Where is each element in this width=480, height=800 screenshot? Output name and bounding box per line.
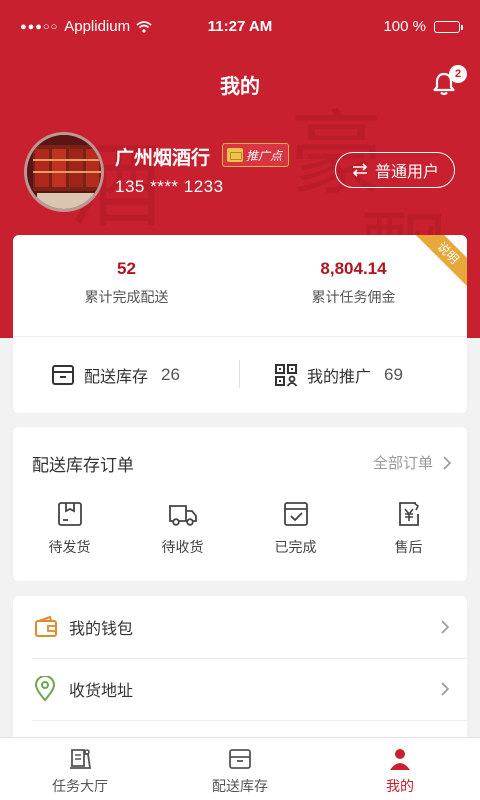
divider — [239, 360, 240, 388]
order-pending-receive[interactable]: 待收货 — [126, 500, 239, 557]
swap-icon — [352, 163, 368, 177]
inventory-count: 26 — [161, 365, 180, 384]
menu-item-wallet[interactable]: 我的钱包 — [13, 596, 467, 658]
store-icon — [227, 148, 243, 162]
order-pending-ship-label: 待发货 — [48, 540, 91, 556]
avatar[interactable] — [24, 132, 104, 212]
order-pending-receive-label: 待收货 — [161, 540, 204, 556]
tab-me[interactable]: 我的 — [320, 746, 480, 796]
phone-number: 135 **** 1233 — [115, 177, 224, 196]
all-orders-link[interactable]: 全部订单 — [373, 452, 451, 473]
delivered-stat[interactable]: 52 累计完成配送 — [13, 259, 240, 307]
commission-label: 累计任务佣金 — [311, 290, 396, 306]
orders-card: 配送库存订单 全部订单 待发货 待收货 已完成 售后 — [13, 427, 467, 581]
order-after-sales-label: 售后 — [394, 540, 423, 556]
shop-name: 广州烟酒行 — [115, 147, 211, 169]
box-icon — [52, 365, 74, 385]
divider — [32, 720, 467, 721]
chevron-right-icon — [441, 682, 449, 696]
menu-item-wallet-label: 我的钱包 — [69, 619, 134, 638]
yen-refund-icon — [398, 502, 419, 526]
tasks-icon — [70, 749, 92, 769]
promo-badge: 推广点 — [222, 143, 290, 167]
commission-stat[interactable]: 8,804.14 累计任务佣金 — [240, 259, 467, 307]
wallet-icon — [35, 616, 57, 637]
promo-badge-label: 推广点 — [246, 148, 283, 163]
delivered-label: 累计完成配送 — [84, 290, 169, 306]
notification-badge: 2 — [449, 65, 467, 83]
promotion-link-label: 我的推广 — [307, 367, 372, 386]
inventory-link-label: 配送库存 — [84, 367, 149, 386]
tab-inventory[interactable]: 配送库存 — [160, 746, 320, 796]
menu-card: 我的钱包 收货地址 — [13, 596, 467, 756]
all-orders-label: 全部订单 — [372, 454, 433, 472]
battery-icon — [434, 20, 463, 33]
tab-inventory-label: 配送库存 — [212, 779, 268, 795]
promotion-link[interactable]: 我的推广 69 — [274, 362, 403, 388]
status-bar: ●●●○○ Applidium 11:27 AM 100 % — [0, 0, 480, 52]
tab-tasks[interactable]: 任务大厅 — [0, 746, 160, 796]
tab-bar: 任务大厅 配送库存 我的 — [0, 737, 480, 800]
commission-value: 8,804.14 — [320, 259, 387, 278]
order-completed-label: 已完成 — [274, 540, 317, 556]
user-icon — [390, 749, 410, 770]
user-type-label: 普通用户 — [374, 162, 439, 181]
qr-person-icon — [275, 364, 298, 387]
tab-me-label: 我的 — [386, 779, 414, 795]
order-after-sales[interactable]: 售后 — [352, 500, 465, 557]
order-completed[interactable]: 已完成 — [239, 500, 352, 557]
menu-item-address-label: 收货地址 — [69, 681, 134, 700]
chevron-right-icon — [441, 620, 449, 634]
delivered-value: 52 — [117, 259, 136, 278]
check-box-icon — [283, 502, 308, 526]
stats-card: 说明 52 累计完成配送 8,804.14 累计任务佣金 配送库存 26 我的推… — [13, 235, 467, 413]
promotion-count: 69 — [384, 365, 403, 384]
user-type-button[interactable]: 普通用户 — [335, 152, 455, 188]
battery-label: 100 % — [383, 18, 426, 35]
inventory-box-icon — [229, 749, 251, 769]
menu-item-address[interactable]: 收货地址 — [13, 658, 467, 720]
package-icon — [57, 502, 82, 526]
orders-title: 配送库存订单 — [32, 456, 134, 476]
inventory-link[interactable]: 配送库存 26 — [51, 362, 180, 388]
page-title: 我的 — [220, 74, 260, 98]
order-pending-ship[interactable]: 待发货 — [13, 500, 126, 557]
tab-tasks-label: 任务大厅 — [52, 779, 108, 795]
chevron-right-icon — [443, 455, 451, 470]
truck-icon — [168, 505, 197, 526]
location-icon — [34, 676, 56, 702]
divider — [13, 336, 467, 337]
